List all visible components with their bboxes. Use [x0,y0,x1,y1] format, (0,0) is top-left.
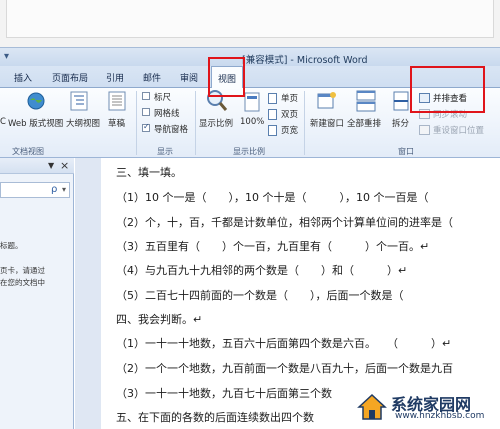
ruler-label: 标尺 [154,93,172,103]
nav-pane-dropdown-icon[interactable]: ▼ [48,161,54,170]
nav-pane-text: 页卡，请通过 [0,266,45,275]
document-line: 四、我会判断。↵ [116,313,203,326]
document-line: 三、填一填。 [116,166,182,179]
document-line: 五、在下面的各数的后面连续数出四个数 [116,411,314,424]
group-label-window: 窗口 [398,147,414,156]
background-window [0,0,500,47]
reset-position-icon [419,125,430,135]
window-title: [兼容模式] - Microsoft Word [242,55,368,66]
one-page-button[interactable]: 单页 [281,92,298,104]
nav-search-input[interactable]: ρ ▾ [0,182,70,198]
group-label-show: 显示 [157,147,173,156]
document-line: （1）10 个一是（ ），10 个十是（ ），10 个一百是（ [116,191,429,204]
arrange-all-icon[interactable] [356,90,376,112]
document-line: （1）一十一十地数，五百六十后面第四个数是六百。 （ ）↵ [116,337,452,350]
two-pages-button[interactable]: 双页 [281,108,298,120]
web-layout-button[interactable]: Web 版式视图 [8,117,63,129]
nav-pane-text: 标题。 [0,241,23,250]
nav-pane-header: ▼ × [0,158,74,174]
house-logo-icon [357,393,387,420]
quick-access-dropdown-icon[interactable]: ▾ [4,51,9,62]
tab-mailings[interactable]: 邮件 [143,71,161,84]
reset-position-button: 重设窗口位置 [433,126,485,136]
one-page-icon[interactable] [268,93,277,104]
draft-view-button[interactable]: 草稿 [108,117,125,129]
hundred-percent-button[interactable]: 100% [240,117,264,127]
zoom-button[interactable]: 显示比例 [199,117,233,129]
partial-view-label: C [0,117,6,127]
nav-pane-text: 在您的文档中 [0,278,45,287]
new-window-button[interactable]: 新建窗口 [310,117,344,129]
group-separator [195,91,196,155]
document-line: （3）一十一十地数，九百七十后面第三个数 [116,387,332,400]
nav-pane-label: 导航窗格 [154,125,189,135]
document-line: （2）一个一个地数，九百前面一个数是八百九十，后面一个数是九百 [116,362,453,375]
group-label-zoom: 显示比例 [233,147,265,156]
split-button[interactable]: 拆分 [392,117,409,129]
web-layout-icon[interactable] [26,91,46,111]
ruler-checkbox[interactable] [142,92,150,100]
nav-pane-checkbox[interactable] [142,122,150,132]
title-bar: ▾ [兼容模式] - Microsoft Word [0,47,500,66]
navigation-pane: ▼ × ρ ▾ 标题。 页卡，请通过 在您的文档中 [0,158,74,429]
document-line: （2）个，十，百，千都是计数单位，相邻两个计算单位间的进率是（ [116,216,453,229]
gridlines-checkbox[interactable] [142,108,150,116]
page-width-button[interactable]: 页宽 [281,124,298,136]
watermark-url: www.hnzkhbsb.com [395,411,485,421]
group-separator [136,91,137,155]
split-icon[interactable] [393,91,409,111]
draft-view-icon[interactable] [108,91,126,111]
tab-references[interactable]: 引用 [106,71,124,84]
two-pages-icon[interactable] [268,109,277,120]
document-line: （3）五百里有（ ）个一百，九百里有（ ）个一百。↵ [116,240,430,253]
search-icon[interactable]: ρ [51,184,57,195]
hundred-percent-icon[interactable] [244,92,260,112]
group-separator [304,91,305,155]
highlight-side-by-side [410,66,485,113]
tab-insert[interactable]: 插入 [14,71,32,84]
group-label-document-views: 文档视图 [12,147,44,156]
document-line: （5）二百七十四前面的一个数是（ ），后面一个数是（ [116,289,404,302]
tab-page-layout[interactable]: 页面布局 [52,71,88,84]
site-watermark: 系统家园网 www.hnzkhbsb.com [357,389,495,425]
search-options-chevron-icon[interactable]: ▾ [62,185,66,194]
page-width-icon[interactable] [268,125,277,136]
background-sheet [6,0,494,38]
tab-review[interactable]: 审阅 [180,71,198,84]
document-line: （4）与九百九十九相邻的两个数是（ ）和（ ）↵ [116,264,408,277]
new-window-icon[interactable] [317,91,337,111]
highlight-view-tab [208,57,245,97]
nav-pane-close-icon[interactable]: × [60,159,69,172]
gridlines-label: 网格线 [154,109,180,119]
outline-view-button[interactable]: 大纲视图 [66,117,100,129]
outline-view-icon[interactable] [70,91,88,111]
arrange-all-button[interactable]: 全部重排 [347,117,381,129]
